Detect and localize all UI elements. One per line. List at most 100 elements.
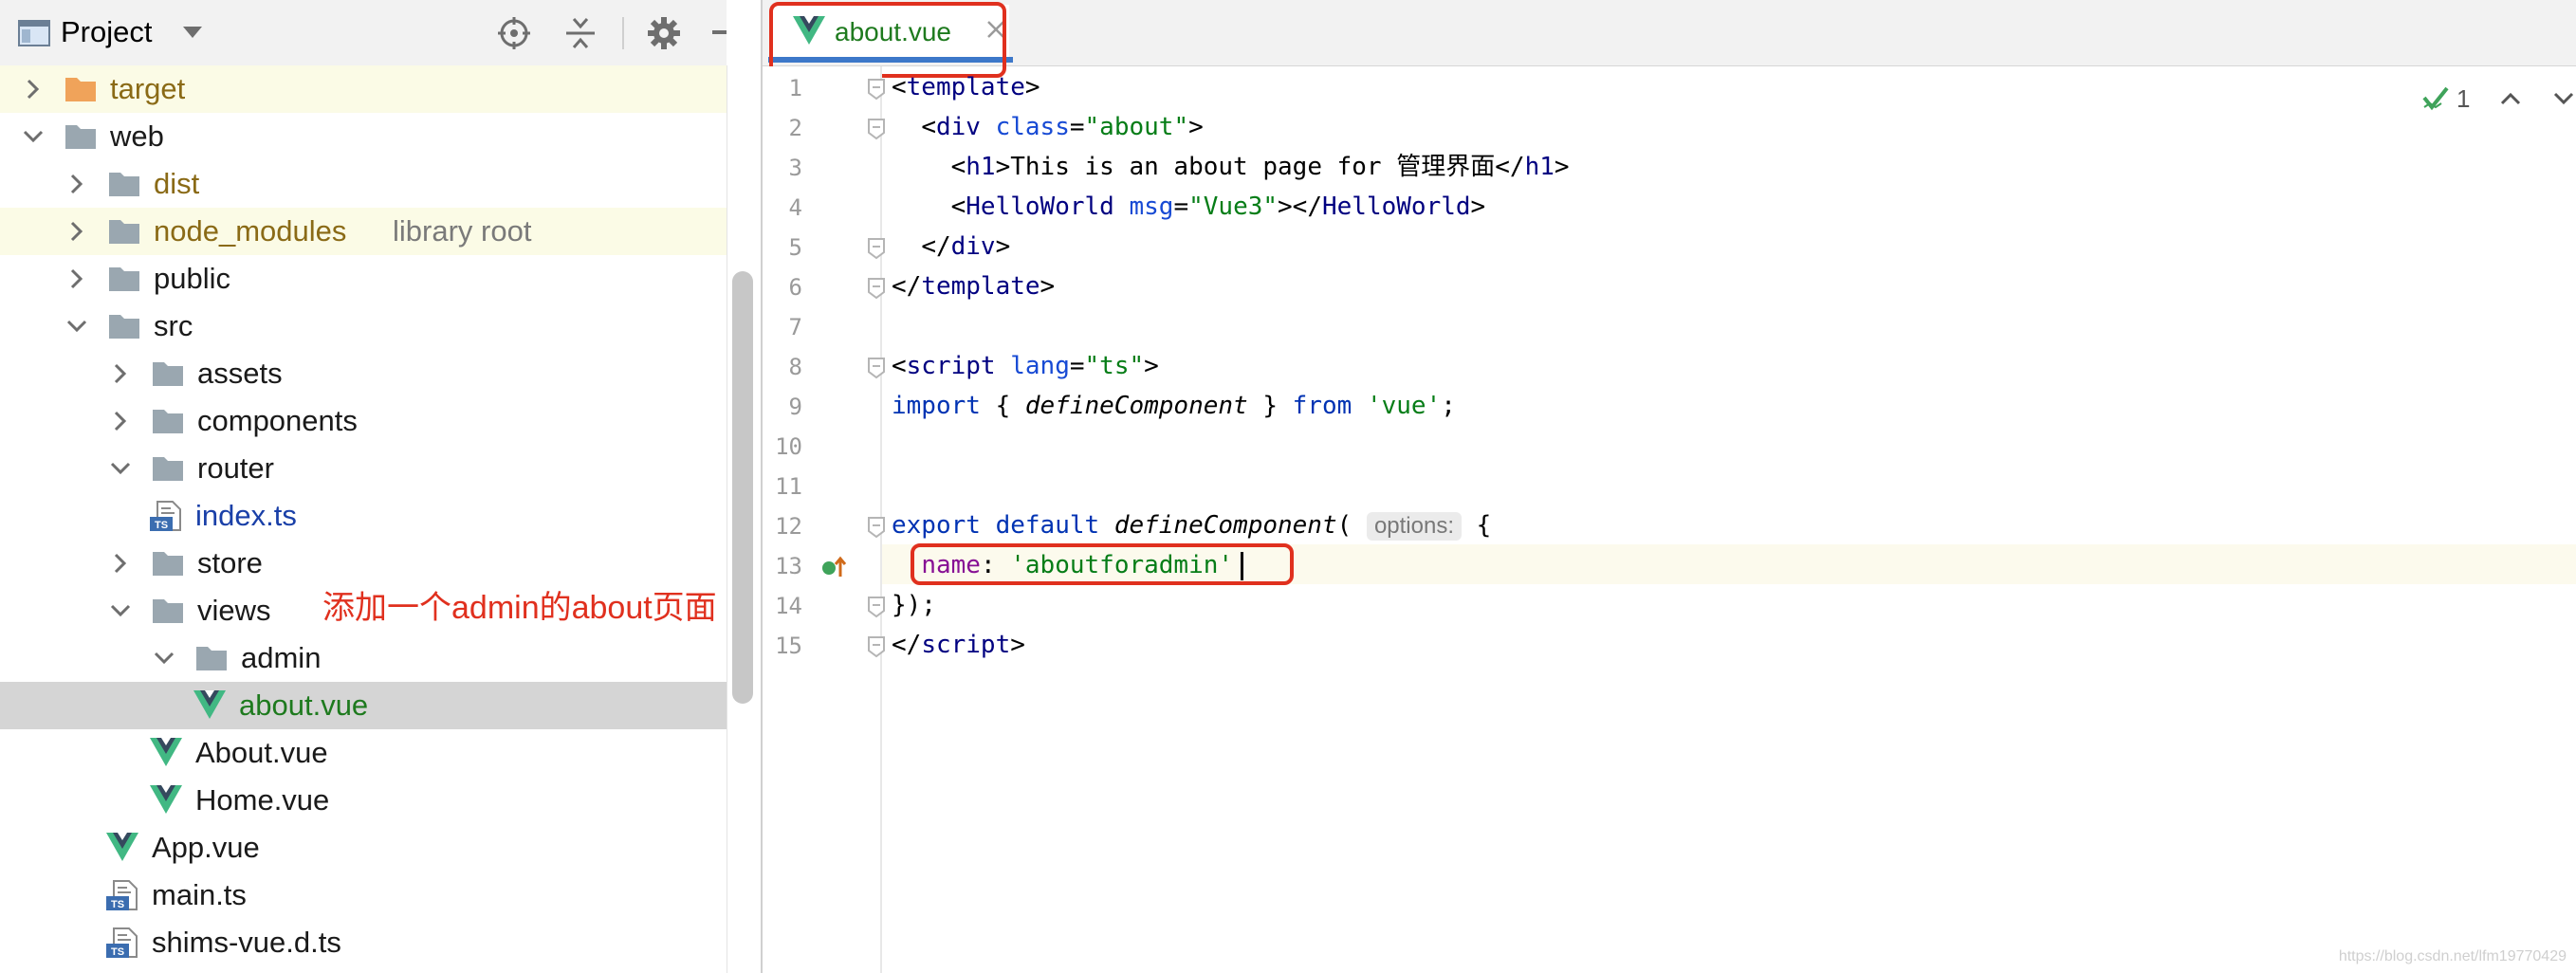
inspection-widget[interactable]: 1 xyxy=(2422,82,2574,116)
gear-icon[interactable] xyxy=(643,14,685,52)
fold-marker-icon[interactable] xyxy=(867,277,886,300)
code-line-15[interactable]: </script> xyxy=(892,630,1025,660)
chevron-down-icon[interactable] xyxy=(150,644,178,672)
line-number: 4 xyxy=(788,194,802,221)
chevron-right-icon[interactable] xyxy=(63,217,91,246)
project-panel-title[interactable]: Project xyxy=(61,13,152,51)
chevron-down-icon[interactable] xyxy=(106,454,135,483)
minimize-icon[interactable] xyxy=(708,14,727,52)
code-token: HelloWorld xyxy=(1322,193,1471,221)
code-token: "about" xyxy=(1084,113,1189,141)
code-token: div xyxy=(935,113,981,141)
project-panel-header: Project xyxy=(0,0,727,66)
tree-item-assets[interactable]: assets xyxy=(0,350,727,397)
code-editor[interactable]: about.vue 1 2 3 4 5 6 7 8 9 10 11 12 13 14 15 <templat… xyxy=(763,0,2576,973)
line-number: 2 xyxy=(788,115,802,141)
tree-item-about-vue[interactable]: About.vue xyxy=(0,729,727,777)
chevron-down-icon[interactable] xyxy=(178,14,207,52)
tree-item-label: dist xyxy=(154,167,200,200)
code-token: ></ xyxy=(1278,193,1322,221)
typescript-file-icon: TS xyxy=(106,880,138,910)
fold-marker-icon[interactable] xyxy=(867,78,886,101)
code-line-8[interactable]: <script lang="ts"> xyxy=(892,351,1159,381)
chevron-right-icon[interactable] xyxy=(63,265,91,293)
code-token: { xyxy=(980,392,1025,420)
code-line-1[interactable]: <template> xyxy=(892,72,1040,102)
code-line-2[interactable]: <div class="about"> xyxy=(892,112,1203,142)
code-annotation-box xyxy=(911,543,1294,585)
tree-item-dist[interactable]: dist xyxy=(0,160,727,208)
fold-marker-icon[interactable] xyxy=(867,237,886,260)
watermark: https://blog.csdn.net/lfm19770429 xyxy=(2338,948,2567,964)
code-line-5[interactable]: </div> xyxy=(892,231,1010,262)
chevron-right-icon[interactable] xyxy=(63,170,91,198)
tree-item-router[interactable]: router xyxy=(0,445,727,492)
code-token: export xyxy=(892,511,981,540)
folder-icon xyxy=(152,358,184,389)
line-number: 6 xyxy=(788,274,802,301)
tree-item-app-vue[interactable]: App.vue xyxy=(0,824,727,872)
folder-icon xyxy=(195,643,228,673)
tree-item-index-ts[interactable]: TS index.ts xyxy=(0,492,727,540)
code-token: lang xyxy=(1010,352,1070,380)
chevron-down-icon[interactable] xyxy=(63,312,91,340)
override-arrow-icon[interactable] xyxy=(819,554,848,582)
project-tree: target web dist node_modules library root pub… xyxy=(0,65,727,973)
tree-item-node-modules[interactable]: node_modules library root xyxy=(0,208,727,255)
code-token: msg xyxy=(1129,193,1174,221)
code-line-9[interactable]: import { defineComponent } from 'vue'; xyxy=(892,391,1456,421)
code-token: script xyxy=(906,352,996,380)
tree-item-web[interactable]: web xyxy=(0,113,727,160)
code-line-6[interactable]: </template> xyxy=(892,271,1055,302)
code-line-4[interactable]: <HelloWorld msg="Vue3"></HelloWorld> xyxy=(892,192,1486,222)
fold-marker-icon[interactable] xyxy=(867,118,886,140)
folder-icon xyxy=(64,121,97,152)
project-panel: Project target web dist node_modules library… xyxy=(0,0,727,973)
code-token: < xyxy=(892,352,907,380)
code-line-12[interactable]: export default defineComponent( options:… xyxy=(892,510,1491,541)
code-token: </ xyxy=(892,272,922,301)
chevron-right-icon[interactable] xyxy=(106,549,135,578)
tree-item-main-ts[interactable]: TS main.ts xyxy=(0,872,727,919)
tree-item-public[interactable]: public xyxy=(0,255,727,303)
code-token: template xyxy=(906,73,1025,101)
tree-item-store[interactable]: store xyxy=(0,540,727,587)
collapse-all-icon[interactable] xyxy=(560,14,601,52)
tree-item-about-vue[interactable]: about.vue xyxy=(0,682,727,729)
fold-marker-icon[interactable] xyxy=(867,357,886,379)
chevron-right-icon[interactable] xyxy=(106,407,135,435)
tree-item-home-vue[interactable]: Home.vue xyxy=(0,777,727,824)
code-token: import xyxy=(892,392,981,420)
line-number: 1 xyxy=(788,75,802,101)
fold-marker-icon[interactable] xyxy=(867,596,886,618)
tree-item-target[interactable]: target xyxy=(0,65,727,113)
svg-text:TS: TS xyxy=(155,520,168,531)
chevron-up-icon[interactable] xyxy=(2500,92,2521,105)
tree-item-components[interactable]: components xyxy=(0,397,727,445)
folder-icon xyxy=(108,169,140,199)
folder-icon xyxy=(152,406,184,436)
code-line-14[interactable]: }); xyxy=(892,590,936,620)
code-token: < xyxy=(950,153,966,181)
tree-item-shims-vue-d-ts[interactable]: TS shims-vue.d.ts xyxy=(0,919,727,966)
fold-marker-icon[interactable] xyxy=(867,516,886,539)
chevron-right-icon[interactable] xyxy=(106,359,135,388)
tree-item-admin[interactable]: admin xyxy=(0,634,727,682)
tree-item-label: src xyxy=(154,309,193,342)
chevron-right-icon[interactable] xyxy=(19,75,47,103)
tree-scrollbar-thumb[interactable] xyxy=(732,271,753,704)
code-token: < xyxy=(950,193,966,221)
vue-file-icon xyxy=(193,690,226,721)
chevron-down-icon[interactable] xyxy=(2553,92,2574,105)
folder-icon xyxy=(108,216,140,247)
chevron-down-icon[interactable] xyxy=(106,597,135,625)
library-root-hint: library root xyxy=(393,214,532,248)
code-line-3[interactable]: <h1>This is an about page for 管理界面</h1> xyxy=(892,152,1570,182)
fold-marker-icon[interactable] xyxy=(867,635,886,658)
line-number: 15 xyxy=(775,633,802,659)
tree-item-src[interactable]: src xyxy=(0,303,727,350)
code-token: ( xyxy=(1336,511,1352,540)
locate-icon[interactable] xyxy=(493,14,535,52)
folder-icon xyxy=(108,264,140,294)
chevron-down-icon[interactable] xyxy=(19,122,47,151)
